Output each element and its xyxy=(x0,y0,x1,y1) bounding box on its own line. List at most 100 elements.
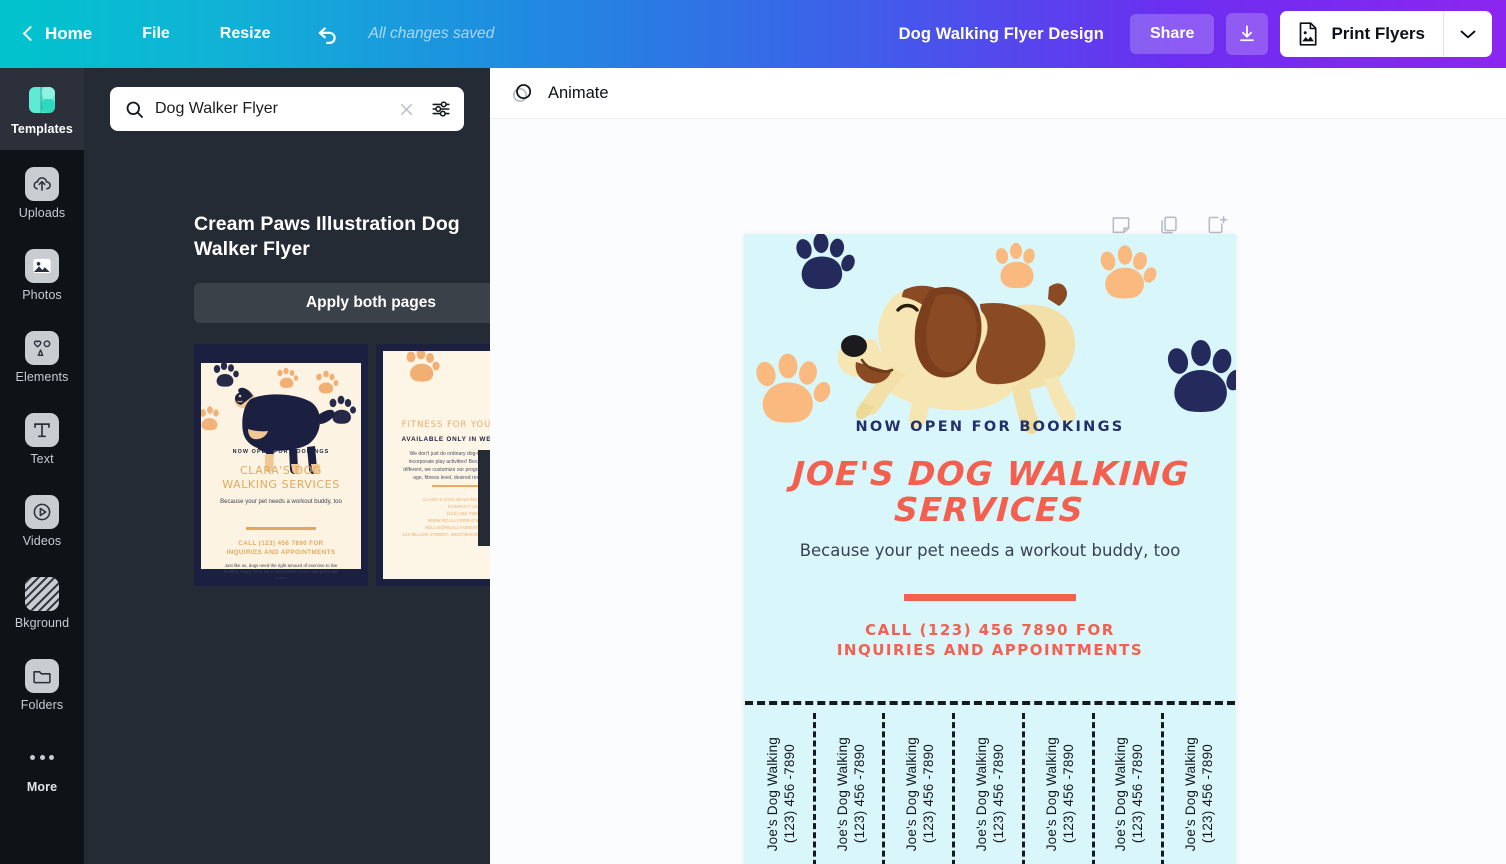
paw-print-peach-topright xyxy=(1100,245,1157,299)
editor-area: Animate NOW OPEN FOR BOOKINGS JOE'S DOG … xyxy=(490,68,1506,864)
tearoff-phone: (123) 456 -7890 xyxy=(991,744,1007,844)
thumb-headline: NOW OPEN FOR BOOKINGS xyxy=(232,449,330,455)
cloud-upload-icon xyxy=(25,166,59,201)
sidebar-item-more[interactable]: More xyxy=(0,726,84,808)
sidebar-item-label: Elements xyxy=(15,369,69,384)
undo-button[interactable] xyxy=(315,21,341,47)
close-x-icon xyxy=(400,103,413,115)
tearoff-name: Joe's Dog Walking xyxy=(1113,736,1129,852)
sidebar-item-elements[interactable]: Elements xyxy=(0,316,84,398)
search-filter-button[interactable] xyxy=(430,98,452,120)
tearoff-name: Joe's Dog Walking xyxy=(764,736,780,852)
tearoff-strip[interactable]: Joe's Dog Walking (123) 456 -7890 xyxy=(955,709,1025,864)
background-hatch-icon xyxy=(25,576,59,611)
canva-editor-window: Home File Resize All changes saved Dog W… xyxy=(0,0,1506,864)
flyer-title-line1: JOE'S DOG WALKING xyxy=(791,454,1191,493)
thumb-subtitle: Because your pet needs a workout buddy, … xyxy=(220,499,342,505)
search-clear-button[interactable] xyxy=(397,100,416,119)
tearoff-phone: (123) 456 -7890 xyxy=(781,744,797,844)
video-play-icon xyxy=(25,494,59,529)
sidebar-item-photos[interactable]: Photos xyxy=(0,234,84,316)
sidebar-item-videos[interactable]: Videos xyxy=(0,480,84,562)
flyer-divider-bar xyxy=(904,594,1076,601)
tearoff-phone: (123) 456 -7890 xyxy=(851,744,867,844)
print-dropdown-button[interactable] xyxy=(1444,11,1492,57)
print-document-icon xyxy=(1300,22,1318,46)
tearoff-strip[interactable]: Joe's Dog Walking (123) 456 -7890 xyxy=(885,709,955,864)
download-button[interactable] xyxy=(1226,13,1269,55)
home-label: Home xyxy=(45,24,93,43)
animate-circles-icon xyxy=(512,84,532,103)
sidebar-item-background[interactable]: Bkground xyxy=(0,562,84,644)
undo-arrow-icon xyxy=(318,27,336,45)
resize-button[interactable]: Resize xyxy=(220,25,271,43)
paw-print-peach-left xyxy=(756,353,831,423)
sidebar-item-label: Folders xyxy=(20,697,64,712)
left-sidebar-rail: Templates Uploads Photos Elements Text V… xyxy=(0,68,84,864)
tearoff-strip[interactable]: Joe's Dog Walking (123) 456 -7890 xyxy=(816,709,886,864)
paw-print-navy-topleft xyxy=(796,234,855,290)
flyer-call-line2: INQUIRIES AND APPOINTMENTS xyxy=(836,641,1144,660)
top-toolbar: Home File Resize All changes saved Dog W… xyxy=(0,0,1506,68)
search-input[interactable]: Dog Walker Flyer xyxy=(110,87,464,131)
selected-template-title: Cream Paws Illustration Dog Walker Flyer xyxy=(194,213,460,260)
flyer-subtitle: Because your pet needs a workout buddy, … xyxy=(799,541,1181,560)
text-t-icon xyxy=(25,412,59,447)
tearoff-name: Joe's Dog Walking xyxy=(974,736,990,852)
shapes-elements-icon xyxy=(25,330,59,365)
templates-panel: Dog Walker Flyer Cream Paws Illustration… xyxy=(84,68,550,864)
search-value: Dog Walker Flyer xyxy=(155,100,278,117)
canvas-scroll-area[interactable]: NOW OPEN FOR BOOKINGS JOE'S DOG WALKING … xyxy=(490,119,1506,864)
search-bar-wrapper: Dog Walker Flyer xyxy=(110,87,464,131)
flyer-title: JOE'S DOG WALKING SERVICES xyxy=(744,454,1236,530)
sidebar-item-uploads[interactable]: Uploads xyxy=(0,152,84,234)
sidebar-item-label: Uploads xyxy=(18,205,66,220)
templates-grid-icon xyxy=(25,83,59,117)
more-dots-icon xyxy=(30,741,54,775)
tearoff-name: Joe's Dog Walking xyxy=(904,736,920,852)
template-thumbnail-page-1[interactable]: NOW OPEN FOR BOOKINGS CLARA'S DOG WALKIN… xyxy=(194,344,368,586)
print-flyers-label: Print Flyers xyxy=(1331,24,1425,43)
tearoff-strip[interactable]: Joe's Dog Walking (123) 456 -7890 xyxy=(746,709,816,864)
animate-button-label[interactable]: Animate xyxy=(548,84,609,103)
tearoff-strip[interactable]: Joe's Dog Walking (123) 456 -7890 xyxy=(1164,709,1234,864)
tearoff-name: Joe's Dog Walking xyxy=(1043,736,1059,852)
tearoff-strips: Joe's Dog Walking (123) 456 -7890 Joe's … xyxy=(746,709,1234,864)
sidebar-item-label: Templates xyxy=(11,121,73,136)
flyer-design-page[interactable]: NOW OPEN FOR BOOKINGS JOE'S DOG WALKING … xyxy=(744,234,1236,864)
tearoff-name: Joe's Dog Walking xyxy=(834,736,850,852)
home-button[interactable]: Home xyxy=(22,24,93,44)
print-flyers-button[interactable]: Print Flyers xyxy=(1280,11,1492,57)
photo-image-icon xyxy=(25,248,59,283)
tearoff-phone: (123) 456 -7890 xyxy=(1130,744,1146,844)
tearoff-phone: (123) 456 -7890 xyxy=(921,744,937,844)
flyer-title-line2: SERVICES xyxy=(893,490,1085,530)
sidebar-item-label: Photos xyxy=(22,287,62,302)
flyer-top-section: NOW OPEN FOR BOOKINGS JOE'S DOG WALKING … xyxy=(744,234,1236,701)
sidebar-item-text[interactable]: Text xyxy=(0,398,84,480)
thumb-header-band xyxy=(201,351,361,363)
dog-illustration xyxy=(837,283,1076,435)
flyer-tearoff-section: Joe's Dog Walking (123) 456 -7890 Joe's … xyxy=(744,701,1236,864)
search-icon xyxy=(126,101,143,118)
sidebar-item-label: More xyxy=(26,779,58,794)
folder-icon xyxy=(25,658,59,693)
tear-line-horizontal xyxy=(745,701,1235,705)
tearoff-phone: (123) 456 -7890 xyxy=(1200,744,1216,844)
design-title[interactable]: Dog Walking Flyer Design xyxy=(899,25,1104,44)
tearoff-strip[interactable]: Joe's Dog Walking (123) 456 -7890 xyxy=(1095,709,1165,864)
sidebar-item-folders[interactable]: Folders xyxy=(0,644,84,726)
flyer-call-to-action: CALL (123) 456 7890 FOR INQUIRIES AND AP… xyxy=(764,620,1216,661)
download-icon xyxy=(1240,25,1255,42)
share-button[interactable]: Share xyxy=(1129,14,1215,54)
flyer-headline: NOW OPEN FOR BOOKINGS xyxy=(855,419,1125,435)
save-status-label: All changes saved xyxy=(368,25,495,42)
sidebar-item-label: Bkground xyxy=(14,615,70,630)
sidebar-item-templates[interactable]: Templates xyxy=(0,68,84,150)
thumb-divider xyxy=(246,527,316,530)
file-menu-button[interactable]: File xyxy=(142,25,170,43)
sidebar-item-label: Videos xyxy=(22,533,62,548)
paw-print-navy-right xyxy=(1167,340,1236,412)
tearoff-strip[interactable]: Joe's Dog Walking (123) 456 -7890 xyxy=(1025,709,1095,864)
paw-print-peach-topcenter xyxy=(995,243,1035,289)
